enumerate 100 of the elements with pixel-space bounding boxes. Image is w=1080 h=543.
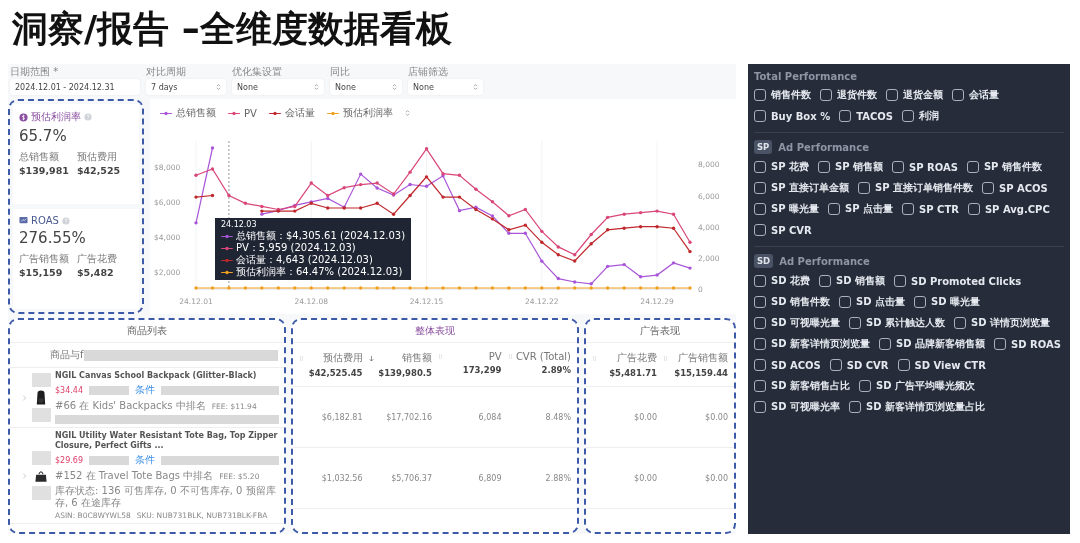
metric-checkbox[interactable]: SD 新客详情页浏览量占比	[849, 399, 985, 415]
legend-item[interactable]: 会话量	[268, 106, 315, 120]
slide-title: 洞察/报告 –全维度数据看板	[12, 7, 453, 51]
metric-checkbox[interactable]: 会话量	[952, 87, 999, 103]
checkbox[interactable]	[829, 359, 842, 371]
checkbox[interactable]	[967, 203, 980, 215]
checkbox[interactable]	[953, 317, 966, 329]
metric-label: 广告销售额	[19, 252, 69, 266]
checkbox[interactable]	[966, 161, 979, 173]
metric-checkbox[interactable]: SP 销售额	[818, 159, 884, 175]
table-cell-text: $17,702.16	[385, 412, 432, 422]
metric-checkbox[interactable]: SD CVR	[829, 357, 889, 373]
metric-checkbox[interactable]: SD 花费	[754, 273, 810, 289]
metric-checkbox[interactable]: SD View CTR	[897, 357, 986, 373]
metric-checkbox[interactable]: 退货件数	[820, 87, 877, 103]
product-name[interactable]: NGIL Utility Water Resistant Tote Bag, Top Zipper Closure, Perfect Gifts ...	[55, 431, 279, 451]
metric-checkbox[interactable]: SD 新客详情页浏览量	[754, 336, 870, 352]
checkbox[interactable]	[839, 110, 852, 122]
checkbox[interactable]	[754, 203, 766, 215]
metric-checkbox[interactable]: SD 新客销售占比	[754, 378, 850, 394]
table-cell-text: 2.88%	[544, 473, 571, 483]
checkbox[interactable]	[858, 182, 870, 194]
metric-checkbox[interactable]: SP CTR	[902, 201, 959, 217]
checkbox[interactable]	[754, 182, 766, 194]
checkbox[interactable]	[754, 110, 766, 122]
metric-checkbox[interactable]: SD Promoted Clicks	[893, 273, 1022, 289]
link[interactable]: 条件	[135, 453, 155, 467]
checkbox[interactable]	[902, 203, 915, 215]
metric-checkbox[interactable]: SD 累计触达人数	[849, 315, 945, 331]
legend-item[interactable]: PV	[228, 107, 257, 119]
link[interactable]: 条件	[135, 383, 155, 397]
metric-checkbox[interactable]: SP 曝光量	[754, 201, 819, 217]
metric-checkbox[interactable]: TACOS	[839, 108, 893, 124]
sort-down-icon[interactable]	[368, 354, 374, 362]
metric-checkbox[interactable]: SD 销售件数	[754, 294, 830, 310]
filter-select[interactable]: 7 days	[146, 79, 226, 95]
metric-checkbox[interactable]: SP 直接订单金额	[754, 180, 849, 196]
metric-checkbox[interactable]: SD 销售额	[819, 273, 885, 289]
metric-checkbox[interactable]: SP 销售件数	[966, 159, 1042, 175]
metric-checkbox[interactable]: 利润	[902, 108, 939, 124]
metric-checkbox[interactable]: Buy Box %	[754, 108, 831, 124]
checkbox[interactable]	[754, 380, 766, 392]
metric-checkbox[interactable]: SP 点击量	[828, 201, 894, 217]
metric-checkbox[interactable]: SD 详情页浏览量	[953, 315, 1050, 331]
filter-select[interactable]: 2024.12.01 - 2024.12.31	[10, 79, 140, 95]
column-total: $139,980.5	[378, 368, 432, 378]
checkbox[interactable]	[754, 89, 766, 101]
metric-checkbox[interactable]: 销售件数	[754, 87, 811, 103]
checkbox[interactable]	[892, 161, 905, 173]
checkbox[interactable]	[886, 89, 898, 101]
checkbox[interactable]	[754, 359, 766, 371]
checkbox[interactable]	[859, 380, 871, 392]
checkbox[interactable]	[819, 275, 831, 287]
filter-select[interactable]: None	[408, 79, 483, 95]
checkbox[interactable]	[820, 89, 832, 101]
metric-checkbox[interactable]: SP ACOS	[982, 180, 1048, 196]
checkbox[interactable]	[818, 161, 830, 173]
metric-checkbox[interactable]: SP Avg.CPC	[967, 201, 1050, 217]
metric-checkbox[interactable]: SD 可视曝光量	[754, 315, 840, 331]
metric-checkbox[interactable]: SD ROAS	[993, 336, 1061, 352]
kpi-title: ROAS	[31, 215, 59, 226]
metric-checkbox[interactable]: SP 花费	[754, 159, 809, 175]
checkbox[interactable]	[828, 203, 840, 215]
checkbox[interactable]	[849, 317, 861, 329]
tooltip-line: 预估利润率：64.47% (2024.12.03)	[235, 266, 403, 278]
metric-checkbox[interactable]: SP 直接订单销售件数	[858, 180, 974, 196]
checkbox[interactable]	[893, 275, 906, 287]
checkbox[interactable]	[754, 161, 766, 173]
legend-item[interactable]: 预估利润率	[326, 106, 393, 120]
checkbox[interactable]	[754, 401, 766, 413]
checkbox[interactable]	[897, 359, 910, 371]
checkbox[interactable]	[754, 296, 766, 308]
product-name[interactable]: NGIL Canvas School Backpack (Glitter-Black)	[55, 371, 279, 381]
metric-checkbox[interactable]: SD 曝光量	[913, 294, 980, 310]
metric-checkbox[interactable]: SD 点击量	[839, 294, 905, 310]
metric-checkbox[interactable]: SD 广告平均曝光频次	[859, 378, 975, 394]
redaction-bar	[89, 455, 129, 465]
checkbox[interactable]	[913, 296, 926, 308]
metric-checkbox[interactable]: SD 可视曝光率	[754, 399, 840, 415]
checkbox[interactable]	[754, 338, 766, 350]
metric-checkbox[interactable]: SP CVR	[754, 222, 812, 238]
metric-checkbox[interactable]: SP ROAS	[892, 159, 958, 175]
checkbox[interactable]	[754, 317, 766, 329]
checkbox[interactable]	[754, 224, 766, 236]
metric-checkbox[interactable]: SD ACOS	[754, 357, 821, 373]
checkbox[interactable]	[902, 110, 914, 122]
checkbox[interactable]	[993, 338, 1006, 350]
checkbox[interactable]	[879, 338, 891, 350]
checkbox[interactable]	[982, 182, 995, 194]
legend-marker-icon	[326, 110, 339, 116]
checkbox[interactable]	[839, 296, 851, 308]
filter-select[interactable]: None	[232, 79, 324, 95]
metric-checkbox[interactable]: 退货金额	[886, 87, 943, 103]
checkbox[interactable]	[952, 89, 964, 101]
checkbox[interactable]	[754, 275, 766, 287]
column-header: PV	[488, 351, 502, 362]
legend-item[interactable]: 总销售额	[160, 106, 216, 120]
metric-checkbox[interactable]: SD 品牌新客销售额	[879, 336, 985, 352]
filter-select[interactable]: None	[330, 79, 402, 95]
checkbox[interactable]	[849, 401, 861, 413]
